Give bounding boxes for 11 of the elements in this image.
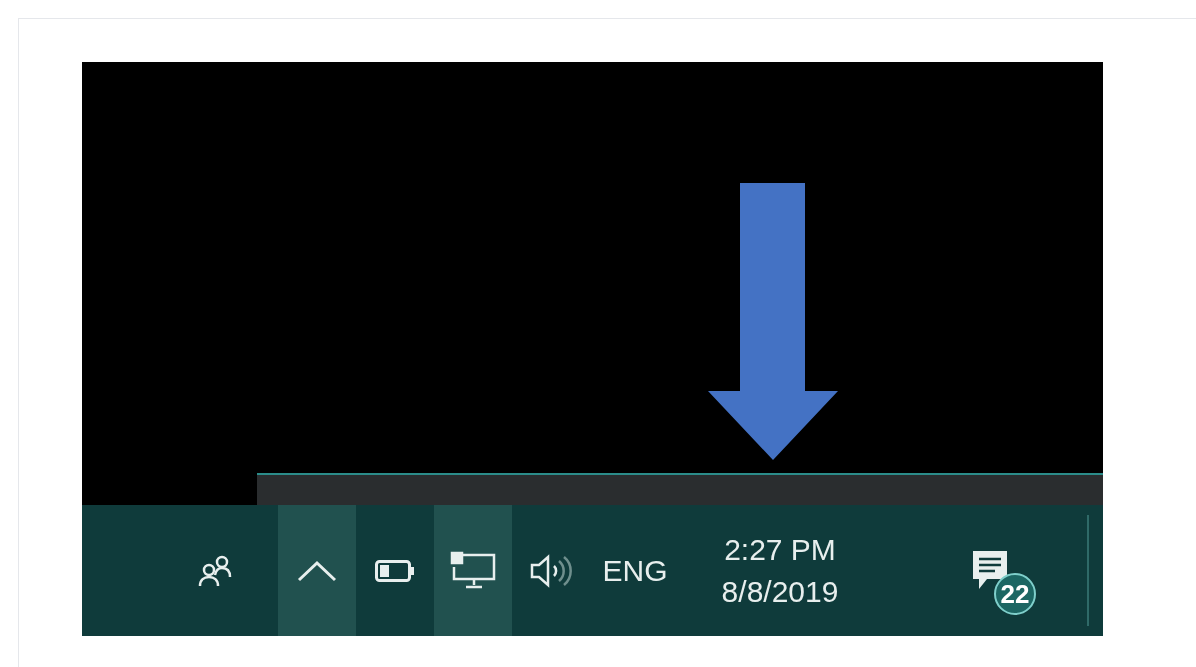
chevron-up-icon <box>297 559 337 582</box>
down-arrow-icon <box>708 183 838 460</box>
monitor-icon <box>450 550 496 591</box>
speaker-icon <box>530 553 572 588</box>
language-indicator[interactable]: ENG <box>590 505 680 636</box>
notification-button[interactable]: 22 <box>940 505 1040 636</box>
network-button[interactable] <box>434 505 512 636</box>
clock[interactable]: 2:27 PM 8/8/2019 <box>680 505 880 636</box>
people-icon <box>197 554 233 587</box>
notification-badge: 22 <box>994 573 1036 615</box>
battery-icon <box>375 559 415 582</box>
